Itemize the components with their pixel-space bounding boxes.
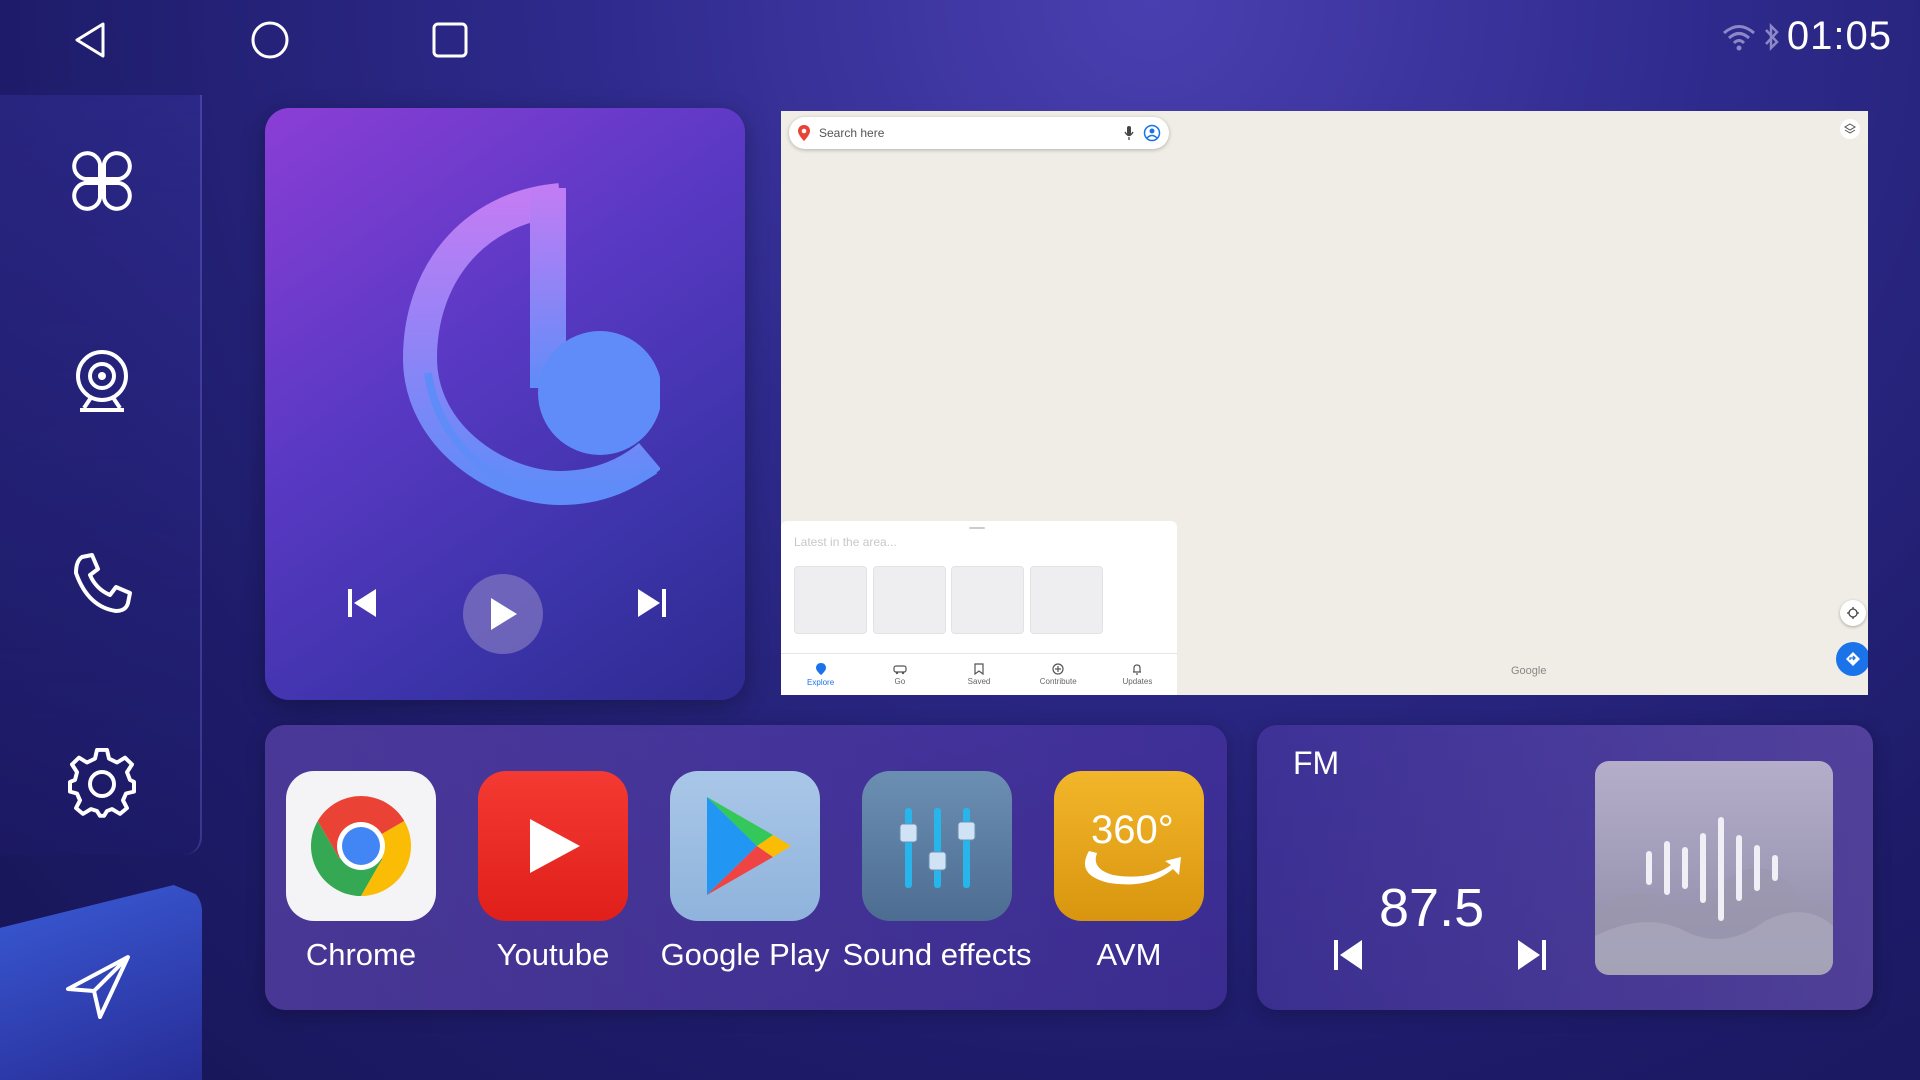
app-label: AVM <box>1096 937 1162 972</box>
fm-band-label: FM <box>1293 745 1340 781</box>
previous-button[interactable] <box>337 578 387 628</box>
app-label: Youtube <box>496 937 610 972</box>
sheet-handle[interactable] <box>969 527 985 529</box>
map-search-bar[interactable]: Search here <box>789 117 1169 149</box>
fm-next-button[interactable] <box>1515 937 1549 978</box>
app-label: Google Play <box>660 937 830 972</box>
location-icon <box>1847 607 1859 619</box>
map-tab-bar: Explore Go Saved Contribute Updates <box>781 653 1177 695</box>
wifi-icon <box>1722 24 1755 50</box>
google-attribution: Google <box>1511 665 1547 677</box>
home-icon <box>251 21 289 59</box>
layers-icon <box>1844 123 1856 134</box>
navigation-shortcut[interactable] <box>0 885 202 1080</box>
status-indicators: 01:05 <box>1721 14 1892 59</box>
map-search-input[interactable]: Search here <box>819 126 1115 140</box>
settings-icon <box>68 748 136 818</box>
app-youtube[interactable]: Youtube <box>478 771 628 973</box>
area-thumbnail[interactable] <box>951 566 1024 634</box>
bell-icon <box>1133 664 1142 675</box>
bluetooth-icon <box>1764 22 1779 51</box>
map-bottom-sheet[interactable]: Latest in the area... Explore Go Saved C… <box>781 521 1177 695</box>
phone-icon <box>74 553 132 613</box>
account-icon[interactable] <box>1143 124 1161 142</box>
tab-label: Saved <box>967 677 991 686</box>
sidebar-item-settings[interactable] <box>62 744 142 824</box>
add-circle-icon <box>1052 663 1064 675</box>
navigation-icon <box>62 951 134 1028</box>
directions-icon <box>1846 652 1860 666</box>
sidebar-item-camera[interactable] <box>62 343 142 423</box>
clock: 01:05 <box>1786 14 1892 58</box>
tab-label: Contribute <box>1039 677 1077 686</box>
avm-badge-text: 360° <box>1091 808 1174 852</box>
play-button[interactable] <box>463 574 543 654</box>
apps-grid-icon <box>72 151 132 211</box>
sidebar-item-apps[interactable] <box>62 141 142 221</box>
recents-icon <box>432 22 468 58</box>
latest-in-area-title: Latest in the area... <box>794 535 897 549</box>
next-button[interactable] <box>627 578 677 628</box>
equalizer-icon <box>862 771 1012 921</box>
commute-icon <box>893 665 907 675</box>
sidebar <box>0 95 202 855</box>
area-thumbnail[interactable] <box>794 566 867 634</box>
music-note-logo <box>360 158 662 513</box>
app-google-play[interactable]: Google Play <box>661 771 829 973</box>
tab-go[interactable]: Go <box>860 654 939 695</box>
tab-updates[interactable]: Updates <box>1098 654 1177 695</box>
camera-icon <box>76 350 128 412</box>
chrome-icon <box>286 771 436 921</box>
area-thumbnail[interactable] <box>1030 566 1103 634</box>
bookmark-icon <box>974 663 984 675</box>
back-button[interactable] <box>66 16 114 64</box>
next-icon <box>638 589 666 617</box>
tab-saved[interactable]: Saved <box>939 654 1018 695</box>
directions-button[interactable] <box>1836 642 1868 676</box>
next-icon <box>1518 940 1546 970</box>
tab-contribute[interactable]: Contribute <box>1019 654 1098 695</box>
tab-label: Go <box>894 677 906 686</box>
app-chrome[interactable]: Chrome <box>286 771 436 973</box>
app-sound-effects[interactable]: Sound effects <box>843 771 1032 973</box>
fm-frequency: 87.5 <box>1379 878 1485 938</box>
previous-icon <box>348 589 376 617</box>
app-label: Chrome <box>305 937 417 972</box>
layers-button[interactable] <box>1840 119 1860 139</box>
explore-icon <box>815 663 826 675</box>
maps-pin-icon <box>798 125 810 141</box>
fm-sound-wave-art <box>1595 761 1833 975</box>
my-location-button[interactable] <box>1840 600 1866 626</box>
google-play-icon <box>670 771 820 921</box>
music-widget[interactable] <box>265 108 745 700</box>
apps-dock: Chrome Youtube Google Play Sound effects <box>265 725 1227 1010</box>
app-avm[interactable]: 360° AVM <box>1054 771 1204 973</box>
tab-label: Updates <box>1122 677 1153 686</box>
back-icon <box>75 22 105 58</box>
play-icon <box>491 598 517 630</box>
area-thumbnail[interactable] <box>873 566 946 634</box>
recents-button[interactable] <box>426 16 474 64</box>
app-label: Sound effects <box>842 937 1032 972</box>
status-bar: 01:05 <box>0 0 1920 80</box>
tab-explore[interactable]: Explore <box>781 654 860 695</box>
fm-previous-button[interactable] <box>1331 937 1365 978</box>
youtube-icon <box>478 771 628 921</box>
fm-radio-widget[interactable]: FM 87.5 <box>1257 725 1873 1010</box>
avm-360-icon: 360° <box>1054 771 1204 921</box>
microphone-icon[interactable] <box>1123 125 1135 141</box>
map-widget[interactable]: Search here Latest in the area... Explor… <box>781 111 1868 695</box>
previous-icon <box>1334 940 1362 970</box>
tab-label: Explore <box>807 678 835 687</box>
sidebar-item-phone[interactable] <box>62 543 142 623</box>
home-button[interactable] <box>246 16 294 64</box>
